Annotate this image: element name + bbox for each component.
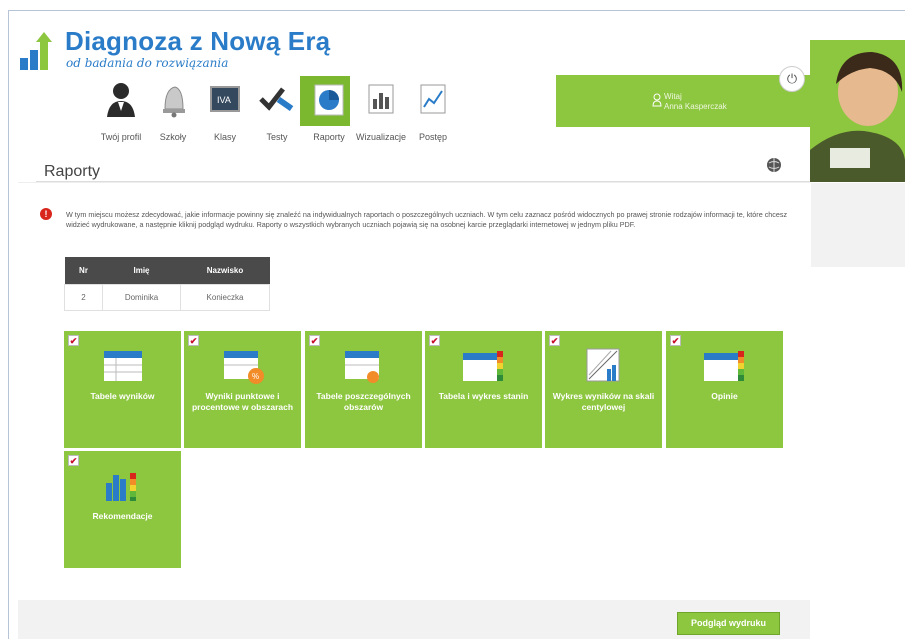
tile-centile[interactable]: ✔ Wykres wyników na skali centylowej bbox=[545, 331, 662, 448]
user-icon bbox=[652, 93, 662, 107]
right-side-panel bbox=[811, 183, 905, 639]
table-area-icon bbox=[345, 351, 379, 383]
table-stanine-icon bbox=[463, 351, 503, 381]
tile-area-tables[interactable]: ✔ Tabele poszczególnych obszarów bbox=[305, 331, 422, 448]
tile-label: Opinie bbox=[711, 391, 738, 401]
right-side-panel-inner bbox=[811, 267, 905, 639]
checkbox[interactable]: ✔ bbox=[188, 335, 199, 346]
bell-icon bbox=[163, 86, 185, 118]
recommendations-chart-icon bbox=[106, 473, 136, 501]
tile-points-percent[interactable]: ✔ % Wyniki punktowe i procentowe w obsza… bbox=[184, 331, 301, 448]
tile-label: Tabela i wykres stanin bbox=[438, 391, 529, 401]
header-photo bbox=[810, 40, 905, 182]
boy-photo-icon bbox=[810, 40, 905, 182]
checkbox[interactable]: ✔ bbox=[309, 335, 320, 346]
tile-label: Tabele wyników bbox=[90, 391, 155, 401]
students-table: Nr Imię Nazwisko 2 Dominika Konieczka bbox=[64, 257, 270, 311]
checkbox[interactable]: ✔ bbox=[549, 335, 560, 346]
logout-power-icon[interactable]: ⏻ bbox=[779, 66, 805, 92]
opinions-icon bbox=[704, 351, 744, 381]
checkbox[interactable]: ✔ bbox=[429, 335, 440, 346]
alert-icon: ! bbox=[40, 208, 52, 220]
tile-results-tables[interactable]: ✔ Tabele wyników bbox=[64, 331, 181, 448]
table-header-row: Nr Imię Nazwisko bbox=[64, 257, 270, 284]
svg-text:%: % bbox=[252, 372, 259, 381]
centile-chart-icon bbox=[586, 348, 620, 382]
page-title: Raporty bbox=[44, 163, 101, 180]
cell-first-name: Dominika bbox=[102, 283, 181, 311]
tile-label: Rekomendacje bbox=[92, 511, 153, 521]
tile-stanine[interactable]: ✔ Tabela i wykres stanin bbox=[425, 331, 542, 448]
page-header: Raporty bbox=[36, 157, 810, 182]
column-header-first-name: Imię bbox=[102, 257, 181, 284]
cell-last-name: Konieczka bbox=[180, 283, 270, 311]
tile-label: Tabele poszczególnych obszarów bbox=[316, 391, 411, 412]
user-bar: Witaj Anna Kasperczak bbox=[556, 75, 810, 127]
tile-label: Wykres wyników na skali centylowej bbox=[552, 391, 655, 412]
user-name[interactable]: Anna Kasperczak bbox=[664, 102, 727, 111]
cell-nr: 2 bbox=[64, 283, 103, 311]
column-header-last-name: Nazwisko bbox=[180, 257, 270, 284]
brand-title: Diagnoza z Nową Erą bbox=[65, 26, 331, 56]
tile-opinions[interactable]: ✔ Opinie bbox=[666, 331, 783, 448]
tile-recommendations[interactable]: ✔ Rekomendacje bbox=[64, 451, 181, 568]
tests-check-icon bbox=[259, 87, 294, 112]
brand-subtitle: od badania do rozwiązania bbox=[66, 56, 229, 70]
user-greeting: Witaj bbox=[664, 92, 682, 101]
nav-item-progress[interactable]: Postęp bbox=[404, 76, 462, 151]
reports-pie-icon bbox=[314, 84, 344, 116]
nav-label: Postęp bbox=[418, 132, 448, 142]
table-icon bbox=[104, 351, 142, 381]
globe-icon[interactable] bbox=[766, 157, 782, 173]
tile-label: Wyniki punktowe i procentowe w obszarach bbox=[191, 391, 294, 412]
info-text: W tym miejscu możesz zdecydować, jakie i… bbox=[66, 210, 788, 229]
class-board-icon: IVA bbox=[210, 86, 240, 112]
checkbox[interactable]: ✔ bbox=[68, 455, 79, 466]
progress-chart-icon bbox=[420, 84, 446, 114]
logo-bars-icon bbox=[20, 32, 52, 70]
profile-icon bbox=[107, 83, 135, 117]
checkbox[interactable]: ✔ bbox=[68, 335, 79, 346]
table-row[interactable]: 2 Dominika Konieczka bbox=[64, 283, 270, 311]
checkbox[interactable]: ✔ bbox=[670, 335, 681, 346]
table-percent-icon: % bbox=[224, 351, 264, 384]
column-header-nr: Nr bbox=[64, 257, 103, 284]
svg-text:IVA: IVA bbox=[217, 95, 231, 105]
visualization-chart-icon bbox=[368, 84, 394, 114]
print-preview-button[interactable]: Podgląd wydruku bbox=[677, 612, 780, 635]
divider bbox=[18, 182, 810, 183]
